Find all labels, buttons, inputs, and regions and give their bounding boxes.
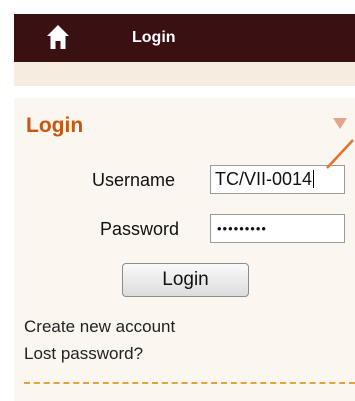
home-icon[interactable] xyxy=(46,24,70,50)
header-band xyxy=(14,62,355,86)
lost-password-link[interactable]: Lost password? xyxy=(24,344,143,364)
text-caret xyxy=(313,170,315,188)
panel-title: Login xyxy=(26,114,84,137)
username-value: TC/VII-0014 xyxy=(215,169,313,189)
create-account-link[interactable]: Create new account xyxy=(24,317,175,337)
password-input[interactable]: ••••••••• xyxy=(210,214,345,243)
nav-login-link[interactable]: Login xyxy=(132,29,176,47)
username-label: Username xyxy=(92,170,176,190)
password-value: ••••••••• xyxy=(217,221,267,236)
login-button[interactable]: Login xyxy=(122,263,249,297)
top-navigation-bar: Login xyxy=(14,14,355,62)
password-label: Password xyxy=(100,219,180,239)
screenshot-frame: Login Login Username TC/VII-0014 Passwor… xyxy=(0,0,355,401)
login-panel: Login Username TC/VII-0014 Password ••••… xyxy=(14,98,355,401)
annotation-arrow xyxy=(326,139,354,169)
dashed-divider xyxy=(24,382,355,384)
